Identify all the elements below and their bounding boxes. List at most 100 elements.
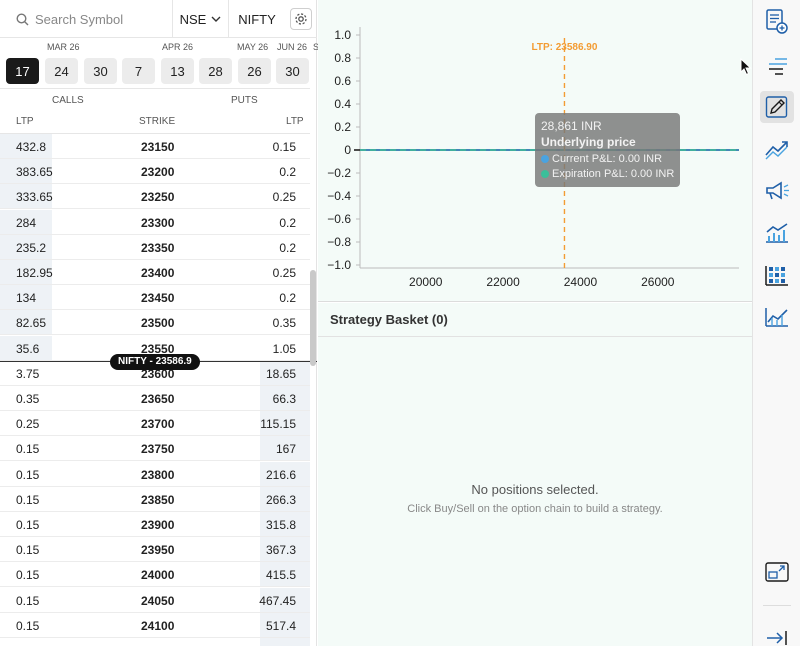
symbol-selector[interactable]: NIFTY bbox=[229, 0, 285, 38]
call-ltp[interactable]: 0.15 bbox=[16, 518, 39, 532]
call-ltp[interactable]: 235.2 bbox=[16, 241, 46, 255]
chain-row[interactable]: 0.15 24000 415.5 bbox=[0, 562, 310, 588]
put-ltp[interactable]: 66.3 bbox=[273, 392, 296, 406]
expiry-date-button[interactable]: 13 bbox=[161, 58, 194, 84]
trend-chart-button[interactable] bbox=[760, 133, 794, 165]
put-ltp[interactable]: 0.25 bbox=[273, 266, 296, 280]
chain-row[interactable]: 0.15 24100 517.4 bbox=[0, 612, 310, 638]
call-ltp[interactable]: 284 bbox=[16, 216, 36, 230]
chain-row[interactable]: 0.25 23700 115.15 bbox=[0, 411, 310, 437]
put-ltp[interactable]: 517.4 bbox=[266, 619, 296, 633]
call-ltp[interactable]: 0.15 bbox=[16, 442, 39, 456]
put-ltp[interactable]: 367.3 bbox=[266, 543, 296, 557]
call-ltp[interactable]: 0.15 bbox=[16, 493, 39, 507]
call-ltp[interactable]: 0.25 bbox=[16, 417, 39, 431]
expiry-date-button[interactable]: 17 bbox=[6, 58, 39, 84]
chain-row[interactable]: 0.35 23650 66.3 bbox=[0, 386, 310, 411]
announcements-button[interactable] bbox=[760, 175, 794, 207]
search-input[interactable]: Search Symbol bbox=[0, 0, 173, 38]
put-ltp[interactable]: 0.15 bbox=[273, 140, 296, 154]
put-ltp[interactable]: 266.3 bbox=[266, 493, 296, 507]
chain-row[interactable]: 0.15 23750 167 bbox=[0, 436, 310, 462]
call-ltp[interactable]: 0.15 bbox=[16, 619, 39, 633]
tooltip-price: 28,861 INR bbox=[541, 119, 602, 133]
y-tick-label: 0.4 bbox=[334, 97, 351, 111]
chain-row[interactable]: 134 23450 0.2 bbox=[0, 285, 310, 311]
chain-row[interactable]: 284 23300 0.2 bbox=[0, 209, 310, 235]
expiry-date-button[interactable]: 30 bbox=[276, 58, 309, 84]
month-label: MAY 26 bbox=[237, 42, 269, 52]
expiry-date-button[interactable]: 28 bbox=[199, 58, 232, 84]
edit-button[interactable] bbox=[760, 91, 794, 123]
expiry-date-button[interactable]: 7 bbox=[122, 58, 155, 84]
grid-chart-button[interactable] bbox=[760, 259, 794, 291]
strike-price: 23450 bbox=[141, 291, 175, 306]
chain-row[interactable]: 0.15 23950 367.3 bbox=[0, 537, 310, 563]
chain-row[interactable]: 333.65 23250 0.25 bbox=[0, 184, 310, 210]
call-ltp[interactable]: 82.65 bbox=[16, 316, 46, 330]
mouse-cursor-icon bbox=[740, 58, 752, 76]
settings-button[interactable] bbox=[285, 0, 317, 38]
chain-row[interactable]: 383.65 23200 0.2 bbox=[0, 159, 310, 185]
put-ltp[interactable]: 315.8 bbox=[266, 518, 296, 532]
put-ltp[interactable]: 0.2 bbox=[279, 291, 296, 305]
put-ltp[interactable]: 0.25 bbox=[273, 190, 296, 204]
chain-row[interactable]: 182.95 23400 0.25 bbox=[0, 260, 310, 285]
strike-price: 23650 bbox=[141, 392, 175, 406]
area-trend-button[interactable] bbox=[760, 301, 794, 333]
put-ltp[interactable]: 0.2 bbox=[279, 165, 296, 179]
chain-row[interactable]: 0.15 23900 315.8 bbox=[0, 512, 310, 537]
add-document-button[interactable] bbox=[760, 6, 794, 38]
y-tick-label: 0.2 bbox=[334, 120, 351, 134]
put-ltp[interactable]: 115.15 bbox=[260, 417, 296, 431]
expiry-date-button[interactable]: 24 bbox=[45, 58, 78, 84]
put-ltp[interactable]: 167 bbox=[276, 442, 296, 456]
exchange-select[interactable]: NSE bbox=[173, 0, 229, 38]
strike-price: 24100 bbox=[141, 618, 175, 633]
strike-price: 23250 bbox=[141, 190, 175, 205]
current-pl-dot bbox=[541, 155, 549, 163]
tooltip-expiration: Expiration P&L: 0.00 INR bbox=[552, 168, 675, 180]
chain-row[interactable]: 0.15 24050 467.45 bbox=[0, 587, 310, 613]
chain-row[interactable]: 235.2 23350 0.2 bbox=[0, 234, 310, 260]
popout-button[interactable] bbox=[760, 556, 794, 588]
put-ltp[interactable]: 0.2 bbox=[279, 241, 296, 255]
put-ltp[interactable]: 467.45 bbox=[259, 594, 296, 608]
exit-button[interactable] bbox=[760, 622, 794, 646]
put-ltp[interactable]: 18.65 bbox=[266, 367, 296, 381]
call-ltp[interactable]: 0.15 bbox=[16, 468, 39, 482]
call-ltp[interactable]: 432.8 bbox=[16, 140, 46, 154]
call-ltp[interactable]: 0.15 bbox=[16, 568, 39, 582]
put-ltp[interactable]: 0.35 bbox=[273, 316, 296, 330]
y-tick-label: −1.0 bbox=[327, 258, 351, 272]
call-ltp[interactable]: 134 bbox=[16, 291, 36, 305]
symbol-toolbar: Search Symbol NSE NIFTY bbox=[0, 0, 317, 38]
chain-row[interactable]: 432.8 23150 0.15 bbox=[0, 134, 310, 159]
call-ltp[interactable]: 3.75 bbox=[16, 367, 39, 381]
put-ltp[interactable]: 0.2 bbox=[279, 216, 296, 230]
call-ltp[interactable]: 182.95 bbox=[16, 266, 53, 280]
expiry-date-button[interactable]: 26 bbox=[238, 58, 271, 84]
put-ltp[interactable]: 415.5 bbox=[266, 568, 296, 582]
expiry-date-button[interactable]: 30 bbox=[84, 58, 117, 84]
call-ltp[interactable]: 383.65 bbox=[16, 165, 53, 179]
strike-price: 23950 bbox=[141, 543, 175, 558]
chain-row[interactable]: 82.65 23500 0.35 bbox=[0, 310, 310, 336]
call-ltp[interactable]: 0.15 bbox=[16, 594, 39, 608]
grid-chart-icon bbox=[765, 266, 788, 286]
put-ltp[interactable]: 1.05 bbox=[273, 342, 296, 356]
scrollbar[interactable] bbox=[310, 270, 316, 366]
put-itm-shade bbox=[260, 638, 310, 646]
sort-button[interactable] bbox=[760, 50, 794, 82]
chain-row[interactable] bbox=[0, 638, 310, 646]
call-ltp[interactable]: 0.35 bbox=[16, 392, 39, 406]
call-ltp[interactable]: 35.6 bbox=[16, 342, 39, 356]
chain-row[interactable]: 0.15 23800 216.6 bbox=[0, 461, 310, 487]
y-tick-label: −0.8 bbox=[327, 235, 351, 249]
put-ltp[interactable]: 216.6 bbox=[266, 468, 296, 482]
bar-trend-button[interactable] bbox=[760, 217, 794, 249]
chain-row[interactable]: 0.15 23850 266.3 bbox=[0, 486, 310, 512]
call-ltp[interactable]: 0.15 bbox=[16, 543, 39, 557]
symbol-value: NIFTY bbox=[238, 11, 276, 27]
call-ltp[interactable]: 333.65 bbox=[16, 190, 53, 204]
